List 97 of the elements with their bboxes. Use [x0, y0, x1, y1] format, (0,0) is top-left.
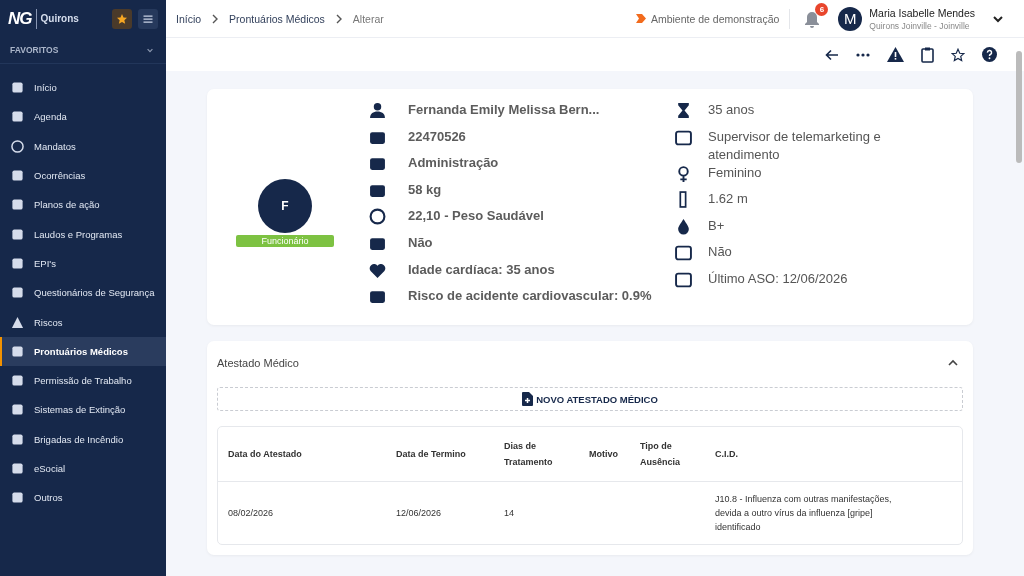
menu-button[interactable]	[138, 8, 158, 29]
sidebar-item[interactable]: Laudos e Programas	[0, 219, 166, 249]
column-header: Tipo de Ausência	[640, 440, 682, 469]
info-text: 22,10 - Peso Saudável	[408, 207, 544, 226]
sidebar-item[interactable]: Permissão de Trabalho	[0, 365, 166, 396]
info-icon	[675, 128, 692, 146]
clipboard-icon[interactable]	[921, 46, 934, 63]
info-text: B+	[708, 216, 725, 235]
menu-item-icon	[11, 403, 24, 417]
info-icon	[369, 208, 386, 226]
menu-item-icon	[11, 227, 24, 241]
favorites-button[interactable]	[112, 8, 132, 29]
user-name: Maria Isabelle Mendes	[869, 6, 975, 19]
info-text: Feminino	[708, 163, 762, 182]
info-text: Não	[408, 233, 433, 252]
sidebar-item[interactable]: eSocial	[0, 453, 166, 484]
table-cell-text: 12/06/2026	[396, 507, 443, 520]
info-icon	[369, 102, 386, 119]
info-icon	[369, 155, 386, 173]
menu-item-icon	[11, 139, 24, 153]
bell-icon	[804, 11, 821, 29]
info-text: 35 anos	[708, 101, 755, 119]
star-outline-icon[interactable]	[951, 47, 965, 62]
info-text: Administração	[408, 154, 499, 173]
info-icon	[675, 270, 692, 288]
sidebar-item[interactable]: Riscos	[0, 307, 166, 337]
sidebar-item[interactable]: Início	[0, 73, 166, 103]
menu-item-icon	[11, 256, 24, 270]
sidebar-item[interactable]: Agenda	[0, 102, 166, 132]
more-icon[interactable]	[856, 52, 870, 57]
table-cell-text: 14	[504, 507, 515, 520]
info-icon	[369, 288, 386, 306]
info-text: Idade cardíaca: 35 anos	[408, 260, 555, 279]
menu-item-icon	[11, 169, 24, 183]
breadcrumb-link[interactable]: Alterar	[352, 12, 384, 25]
info-icon	[675, 164, 692, 182]
info-text: 1.62 m	[708, 190, 748, 209]
user-avatar: M	[838, 6, 863, 31]
sidebar-item[interactable]: Mandatos	[0, 131, 166, 161]
tag-icon	[635, 14, 646, 23]
table-cell-text: 08/02/2026	[228, 507, 275, 520]
notifications-button[interactable]: 6	[800, 3, 829, 34]
menu-item-icon	[11, 198, 24, 212]
info-text: 58 kg	[408, 180, 442, 199]
info-icon	[675, 102, 692, 119]
chevron-icon	[146, 46, 154, 54]
column-header: C.I.D.	[715, 448, 739, 461]
sidebar-item[interactable]: Outros	[0, 483, 166, 513]
info-icon	[675, 244, 692, 262]
info-text: Risco de acidente cardiovascular: 0.9%	[408, 287, 652, 306]
notification-count: 6	[815, 3, 829, 16]
role-badge: Funcionário	[236, 235, 334, 247]
sidebar-item[interactable]: Questionários de Segurança	[0, 278, 166, 308]
sidebar-item[interactable]: Brigadas de Incêndio	[0, 424, 166, 454]
sidebar-item[interactable]: Sistemas de Extinção	[0, 395, 166, 425]
info-text: Fernanda Emily Melissa Bern...	[408, 101, 600, 119]
info-text: Último ASO: 12/06/2026	[708, 269, 848, 288]
menu-item-icon	[11, 344, 24, 358]
info-text: Supervisor de telemarketing e atendimento	[708, 127, 882, 164]
environment-label: Ambiente de demonstração	[650, 12, 780, 25]
help-icon[interactable]	[982, 47, 997, 62]
section-title: Atestado Médico	[217, 357, 299, 369]
column-header: Data do Atestado	[228, 448, 303, 461]
employee-avatar: F	[258, 179, 312, 233]
menu-item-icon	[11, 315, 24, 329]
new-certificate-button[interactable]: NOVO ATESTADO MÉDICO	[217, 387, 963, 411]
breadcrumb-link[interactable]: Prontuários Médicos	[229, 12, 325, 25]
info-icon	[675, 217, 692, 235]
sidebar-item[interactable]: Prontuários Médicos	[0, 336, 166, 366]
info-icon	[369, 261, 386, 279]
column-header: Dias de Tratamento	[504, 440, 554, 469]
file-plus-icon	[522, 392, 534, 406]
logo-mark: NG	[8, 8, 37, 29]
menu-item-icon	[11, 286, 24, 300]
column-header: Data de Termino	[396, 448, 467, 461]
menu-item-icon	[11, 81, 24, 95]
breadcrumb-link[interactable]: Início	[176, 12, 202, 25]
breadcrumb-separator-icon	[334, 13, 343, 24]
column-header: Motivo	[589, 448, 619, 461]
info-text: 22470526	[408, 127, 466, 146]
sidebar-item[interactable]: Ocorrências	[0, 160, 166, 191]
table-cell-text: J10.8 - Influenza com outras manifestações, devida a outro vírus da influenza [gripe] identificado	[715, 493, 893, 534]
logo-name: Quirons	[40, 13, 79, 24]
user-company: Quirons Joinville - Joinville	[869, 20, 971, 31]
warning-icon[interactable]	[887, 47, 904, 62]
menu-item-icon	[11, 110, 24, 124]
menu-item-icon	[11, 491, 24, 505]
menu-item-icon	[11, 432, 24, 446]
star-icon	[116, 12, 128, 25]
menu-icon	[142, 12, 154, 25]
sidebar-item[interactable]: Planos de ação	[0, 190, 166, 220]
menu-item-icon	[11, 374, 24, 388]
info-text: Não	[708, 243, 732, 262]
menu-item-icon	[11, 462, 24, 475]
sidebar-item[interactable]: EPI's	[0, 248, 166, 279]
back-arrow-icon[interactable]	[825, 47, 839, 62]
breadcrumb-separator-icon	[211, 13, 220, 24]
